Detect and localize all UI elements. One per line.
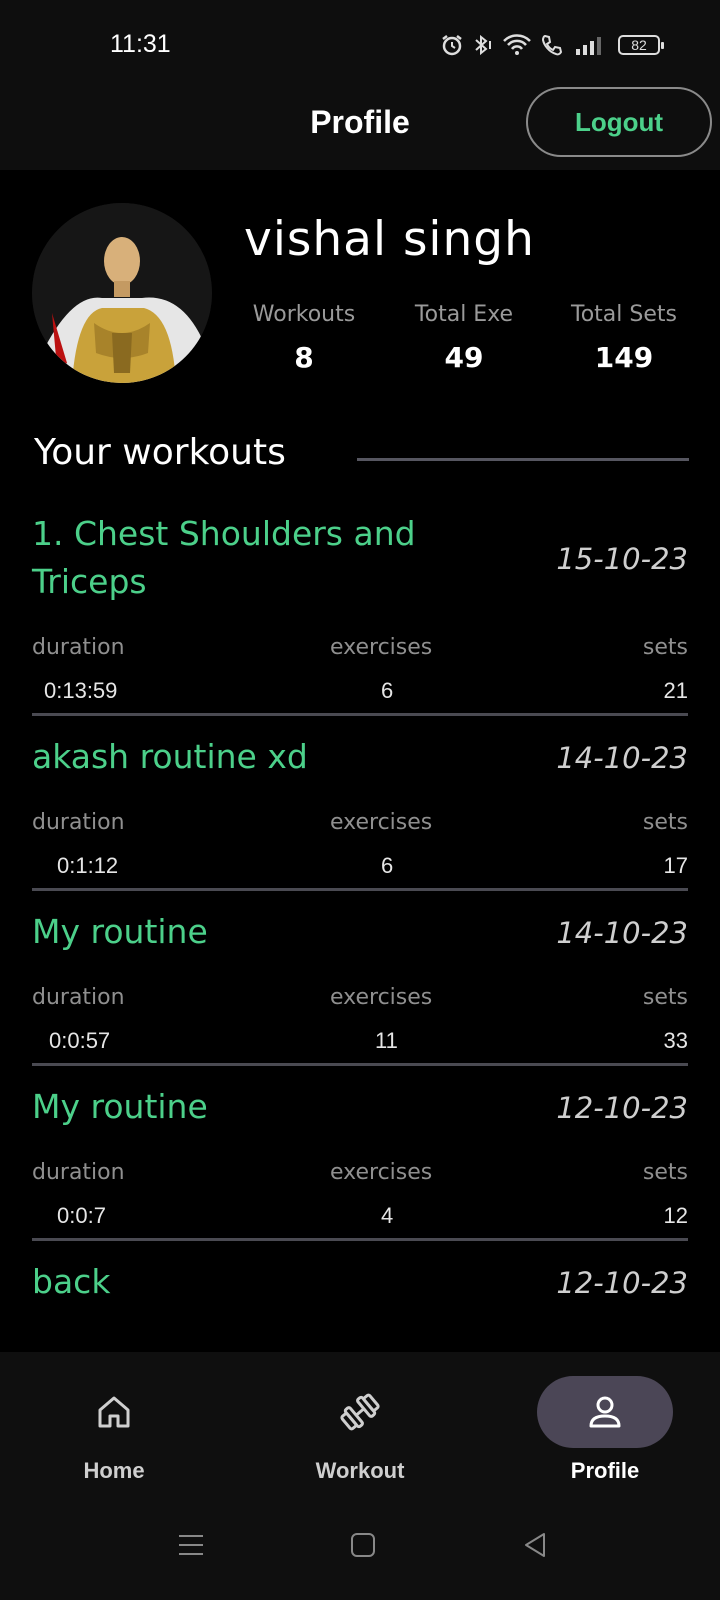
workout-name: My routine: [32, 912, 208, 951]
duration-label: duration: [32, 635, 125, 660]
stat-total-sets: Total Sets 149: [556, 302, 692, 374]
home-icon: [98, 1396, 130, 1428]
menu-icon[interactable]: [176, 1530, 206, 1560]
battery-icon: 82: [618, 35, 664, 55]
exercises-label: exercises: [330, 810, 433, 835]
exercises-value: 6: [381, 853, 394, 878]
workout-divider: [32, 888, 688, 891]
nav-home-pill: [46, 1376, 182, 1448]
exercises-label: exercises: [330, 635, 433, 660]
sets-label: sets: [642, 1160, 688, 1185]
duration-value: 0:13:59: [44, 678, 118, 703]
workout-date: 14-10-23: [556, 916, 688, 950]
stat-label: Total Exe: [414, 302, 514, 327]
exercises-value: 11: [375, 1028, 398, 1053]
workout-date: 15-10-23: [556, 542, 688, 576]
duration-label: duration: [32, 1160, 125, 1185]
avatar: [32, 203, 212, 383]
stat-value: 49: [444, 341, 484, 374]
workout-divider: [32, 713, 688, 716]
wifi-icon: [503, 34, 531, 55]
workout-date: 12-10-23: [556, 1266, 688, 1300]
dumbbell-icon: [340, 1393, 380, 1431]
sets-label: sets: [642, 810, 688, 835]
duration-value: 0:0:57: [49, 1028, 111, 1053]
sets-label: sets: [642, 985, 688, 1010]
workout-divider: [32, 1238, 688, 1241]
stat-total-exercises: Total Exe 49: [400, 302, 528, 374]
nav-workout-pill: [292, 1376, 428, 1448]
nav-label: Workout: [315, 1458, 405, 1483]
section-title: Your workouts: [34, 432, 286, 473]
nav-label: Profile: [570, 1458, 640, 1483]
stat-value: 8: [294, 341, 314, 374]
stat-workouts: Workouts 8: [244, 302, 364, 374]
workout-item[interactable]: akash routine xd 14-10-23 duration exerc…: [32, 733, 688, 893]
signal-icon: [576, 37, 601, 55]
workout-date: 12-10-23: [556, 1091, 688, 1125]
duration-label: duration: [32, 810, 125, 835]
workout-name: 1. Chest Shoulders and Triceps: [32, 514, 416, 601]
nav-profile-pill: [537, 1376, 673, 1448]
home-button-icon[interactable]: [348, 1530, 378, 1560]
sets-value: 17: [663, 853, 688, 878]
user-icon: [589, 1396, 621, 1428]
status-bar: 11:31 82: [0, 0, 720, 82]
system-navigation: [0, 1530, 720, 1580]
nav-home[interactable]: Home: [34, 1376, 194, 1484]
sets-label: sets: [642, 635, 688, 660]
sets-value: 12: [663, 1203, 688, 1228]
workout-name: My routine: [32, 1087, 208, 1126]
status-time: 11:31: [110, 30, 171, 58]
logout-button[interactable]: Logout: [526, 87, 712, 157]
workout-item[interactable]: back 12-10-23: [32, 1258, 688, 1318]
sets-value: 33: [663, 1028, 688, 1053]
status-icons: 82: [440, 30, 664, 60]
stat-label: Workouts: [252, 302, 356, 327]
section-divider: [357, 458, 689, 461]
avatar-illustration: [32, 203, 212, 383]
sets-value: 21: [663, 678, 688, 703]
duration-value: 0:0:7: [57, 1203, 106, 1228]
workout-date: 14-10-23: [556, 741, 688, 775]
workout-item[interactable]: 1. Chest Shoulders and Triceps 15-10-23 …: [32, 506, 688, 718]
nav-label: Home: [83, 1458, 145, 1483]
call-icon: [541, 34, 563, 56]
bluetooth-icon: [475, 34, 491, 56]
workout-name: back: [32, 1262, 111, 1301]
workout-name: akash routine xd: [32, 737, 308, 776]
exercises-label: exercises: [330, 1160, 433, 1185]
workout-item[interactable]: My routine 14-10-23 duration exercises s…: [32, 908, 688, 1068]
exercises-value: 6: [381, 678, 394, 703]
profile-name: vishal singh: [244, 212, 535, 267]
stat-value: 149: [594, 341, 654, 374]
duration-label: duration: [32, 985, 125, 1010]
stat-label: Total Sets: [571, 302, 677, 327]
exercises-label: exercises: [330, 985, 433, 1010]
back-icon[interactable]: [520, 1530, 550, 1560]
duration-value: 0:1:12: [57, 853, 119, 878]
workout-divider: [32, 1063, 688, 1066]
top-app-bar: Profile Logout: [0, 82, 720, 170]
workout-item[interactable]: My routine 12-10-23 duration exercises s…: [32, 1083, 688, 1243]
nav-workout[interactable]: Workout: [280, 1376, 440, 1484]
nav-profile[interactable]: Profile: [525, 1376, 685, 1484]
exercises-value: 4: [381, 1203, 394, 1228]
alarm-icon: [442, 35, 462, 56]
